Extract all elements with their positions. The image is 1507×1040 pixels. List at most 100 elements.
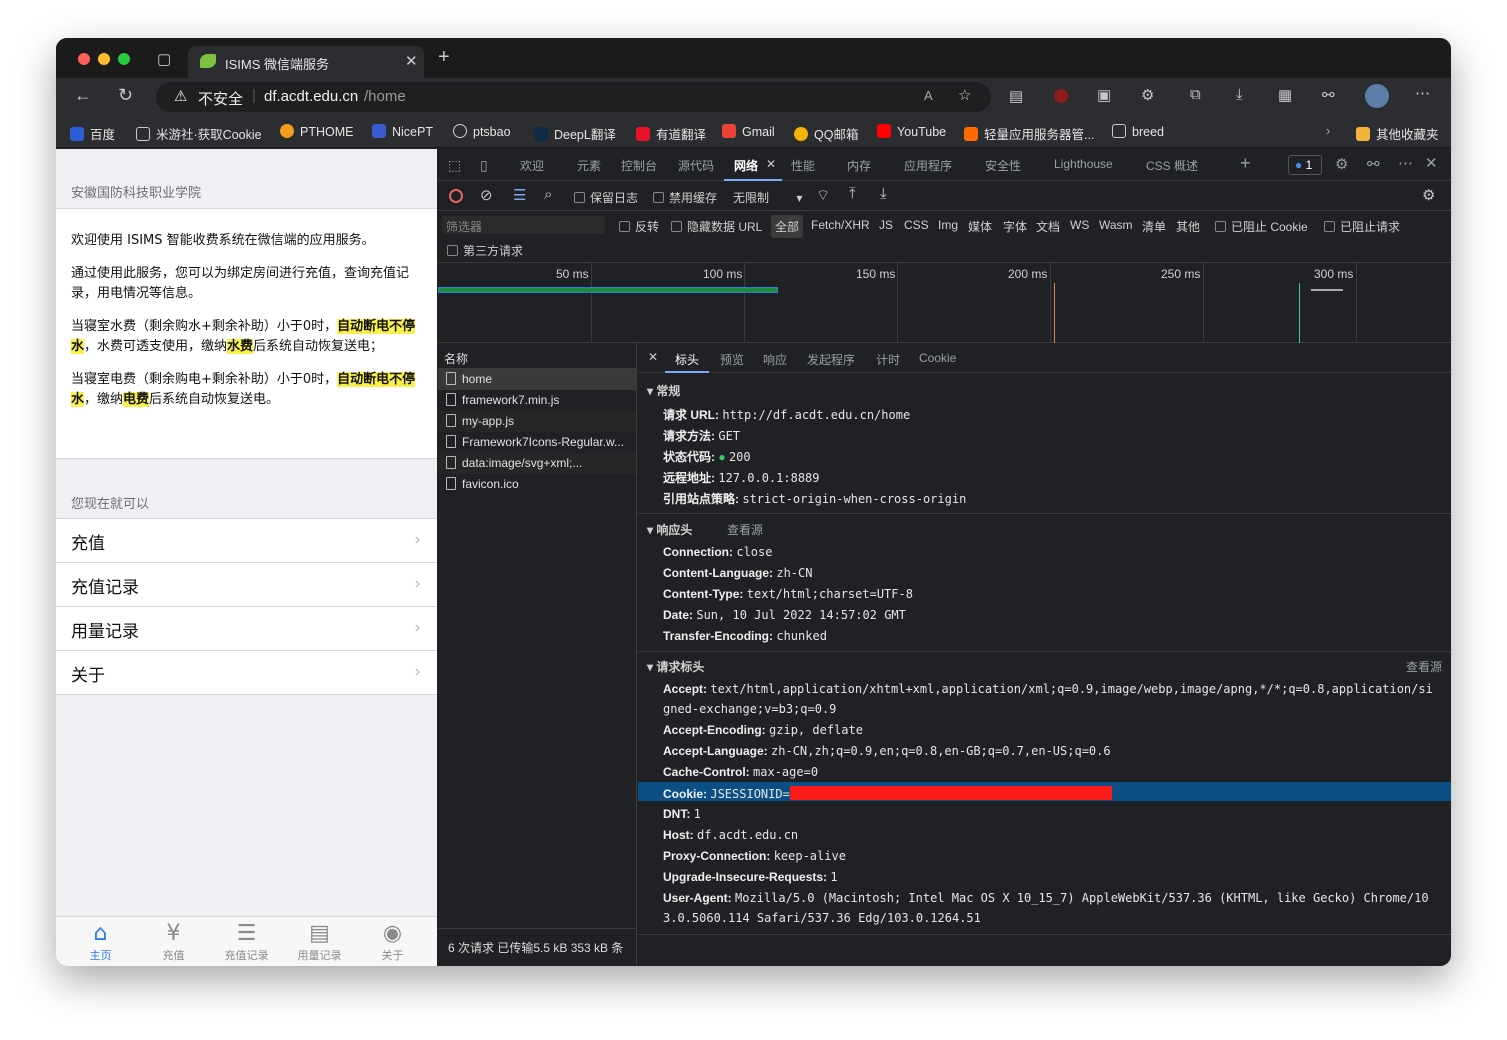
new-tab-button[interactable]: + (438, 46, 450, 69)
request-row[interactable]: home (438, 369, 636, 390)
type-media[interactable]: 媒体 (968, 218, 992, 235)
zoom-window-button[interactable] (118, 53, 130, 65)
chevron-right-icon[interactable]: › (1326, 124, 1330, 138)
tab-sources[interactable]: 源代码 (678, 157, 714, 174)
view-source-link[interactable]: 查看源 (1406, 658, 1442, 675)
blocked-cookies-checkbox[interactable]: 已阻止 Cookie (1215, 218, 1308, 235)
more-tabs-plus-icon[interactable]: + (1240, 153, 1251, 174)
reload-icon[interactable]: ↻ (118, 85, 133, 106)
bookmark-item[interactable]: 米游社·获取Cookie (136, 124, 262, 143)
filter-icon[interactable]: ☰ (513, 186, 526, 204)
more-options-icon[interactable]: ⋯ (1398, 154, 1413, 172)
bookmark-item[interactable]: 有道翻译 (636, 124, 706, 143)
tab-lighthouse[interactable]: Lighthouse (1054, 157, 1113, 171)
ublock-icon[interactable] (1054, 89, 1068, 103)
close-details-icon[interactable]: ✕ (648, 350, 658, 364)
search-icon[interactable]: ⌕ (544, 186, 552, 203)
minimize-window-button[interactable] (98, 53, 110, 65)
other-bookmarks[interactable]: 其他收藏夹 (1356, 124, 1439, 143)
request-row[interactable]: framework7.min.js (438, 390, 636, 411)
request-row[interactable]: Framework7Icons-Regular.w... (438, 432, 636, 453)
screenshot-icon[interactable]: ▦ (1278, 86, 1292, 104)
bookmark-item[interactable]: 轻量应用服务器管... (964, 124, 1094, 143)
bookmark-item[interactable]: QQ邮箱 (794, 124, 858, 143)
tab-security[interactable]: 安全性 (985, 157, 1021, 174)
menu-item-about[interactable]: 关于 › (56, 651, 437, 695)
bookmark-item[interactable]: DeepL翻译 (534, 124, 616, 143)
collections-icon[interactable]: ▤ (1009, 87, 1023, 105)
filter-input[interactable]: 筛选器 (442, 216, 605, 234)
import-har-icon[interactable]: ⤒ (849, 185, 856, 202)
type-font[interactable]: 字体 (1003, 218, 1027, 235)
read-aloud-icon[interactable]: A (924, 88, 933, 103)
type-ws[interactable]: WS (1070, 218, 1089, 232)
tab-collections-icon[interactable]: ⧉ (1190, 86, 1201, 103)
menu-item-usage-records[interactable]: 用量记录 › (56, 607, 437, 651)
hide-data-urls-checkbox[interactable]: 隐藏数据 URL (671, 218, 762, 235)
address-bar[interactable]: ⚠ 不安全 | df.acdt.edu.cn /home A ☆ (156, 82, 991, 112)
third-party-checkbox[interactable]: 第三方请求 (447, 242, 523, 259)
tab-css-overview[interactable]: CSS 概述 (1146, 157, 1198, 174)
bookmark-item[interactable]: ptsbao (453, 124, 511, 139)
tab-preview[interactable]: 预览 (720, 351, 744, 368)
type-img[interactable]: Img (938, 218, 958, 232)
preserve-log-checkbox[interactable]: 保留日志 (574, 189, 638, 206)
favorite-star-icon[interactable]: ☆ (958, 86, 971, 104)
tab-elements[interactable]: 元素 (577, 157, 601, 174)
name-column-header[interactable]: 名称 (438, 343, 636, 369)
connect-icon[interactable]: ⚯ (1367, 155, 1380, 173)
tab-memory[interactable]: 内存 (847, 157, 871, 174)
close-tab-icon[interactable]: ✕ (766, 157, 776, 171)
request-row[interactable]: data:image/svg+xml;... (438, 453, 636, 474)
throttle-select[interactable]: 无限制 ▾ (733, 189, 802, 206)
request-headers-title[interactable]: ▾ 请求标头 (647, 658, 704, 675)
menu-item-recharge[interactable]: 充值 › (56, 519, 437, 563)
more-menu-icon[interactable]: ⋯ (1415, 84, 1430, 102)
settings-gear-icon[interactable]: ⚙ (1335, 155, 1348, 173)
tabbar-home[interactable]: ⌂ 主页 (64, 921, 137, 963)
request-row[interactable]: favicon.ico (438, 474, 636, 495)
clear-icon[interactable]: ⊘ (480, 186, 493, 204)
tab-application[interactable]: 应用程序 (904, 157, 952, 174)
downloads-icon[interactable]: ⤓ (1236, 86, 1243, 103)
type-wasm[interactable]: Wasm (1099, 218, 1133, 232)
general-section-title[interactable]: ▾ 常规 (647, 382, 680, 399)
blocked-requests-checkbox[interactable]: 已阻止请求 (1324, 218, 1400, 235)
type-doc[interactable]: 文档 (1036, 218, 1060, 235)
tab-actions-icon[interactable]: ▢ (157, 50, 171, 68)
tab-console[interactable]: 控制台 (621, 157, 657, 174)
browser-tab[interactable]: ISIMS 微信端服务 ✕ (188, 46, 424, 78)
tab-response[interactable]: 响应 (763, 351, 787, 368)
inspect-icon[interactable]: ⬚ (448, 157, 461, 174)
bookmark-item[interactable]: breed (1112, 124, 1164, 139)
tab-headers[interactable]: 标头 (675, 351, 699, 368)
tab-cookies[interactable]: Cookie (919, 351, 956, 365)
type-all[interactable]: 全部 (771, 215, 804, 238)
issues-badge[interactable]: ● 1 (1288, 155, 1322, 175)
device-icon[interactable]: ▯ (480, 157, 488, 174)
bookmark-item[interactable]: Gmail (722, 124, 775, 139)
bookmark-item[interactable]: 百度 (70, 124, 115, 143)
view-source-link[interactable]: 查看源 (727, 521, 763, 538)
close-window-button[interactable] (78, 53, 90, 65)
bookmark-item[interactable]: PTHOME (280, 124, 353, 139)
bookmark-item[interactable]: NicePT (372, 124, 433, 139)
wifi-icon[interactable]: ⌔ (816, 186, 830, 205)
tabbar-recharge[interactable]: ¥ 充值 (137, 921, 210, 963)
menu-item-recharge-records[interactable]: 充值记录 › (56, 563, 437, 607)
profile-avatar[interactable] (1365, 84, 1389, 108)
tab-timing[interactable]: 计时 (876, 351, 900, 368)
tabbar-recharge-records[interactable]: ☰ 充值记录 (210, 921, 283, 963)
bookmark-item[interactable]: YouTube (877, 124, 946, 139)
tab-initiator[interactable]: 发起程序 (807, 351, 855, 368)
request-row[interactable]: my-app.js (438, 411, 636, 432)
disable-cache-checkbox[interactable]: 禁用缓存 (653, 189, 717, 206)
tabbar-usage-records[interactable]: ▤ 用量记录 (283, 921, 356, 963)
invert-checkbox[interactable]: 反转 (619, 218, 659, 235)
type-manifest[interactable]: 清单 (1142, 218, 1166, 235)
tab-network[interactable]: 网络 (734, 157, 758, 174)
response-headers-title[interactable]: ▾ 响应头 (647, 521, 692, 538)
tab-welcome[interactable]: 欢迎 (520, 157, 544, 174)
type-css[interactable]: CSS (904, 218, 929, 232)
type-fetch[interactable]: Fetch/XHR (811, 218, 870, 232)
